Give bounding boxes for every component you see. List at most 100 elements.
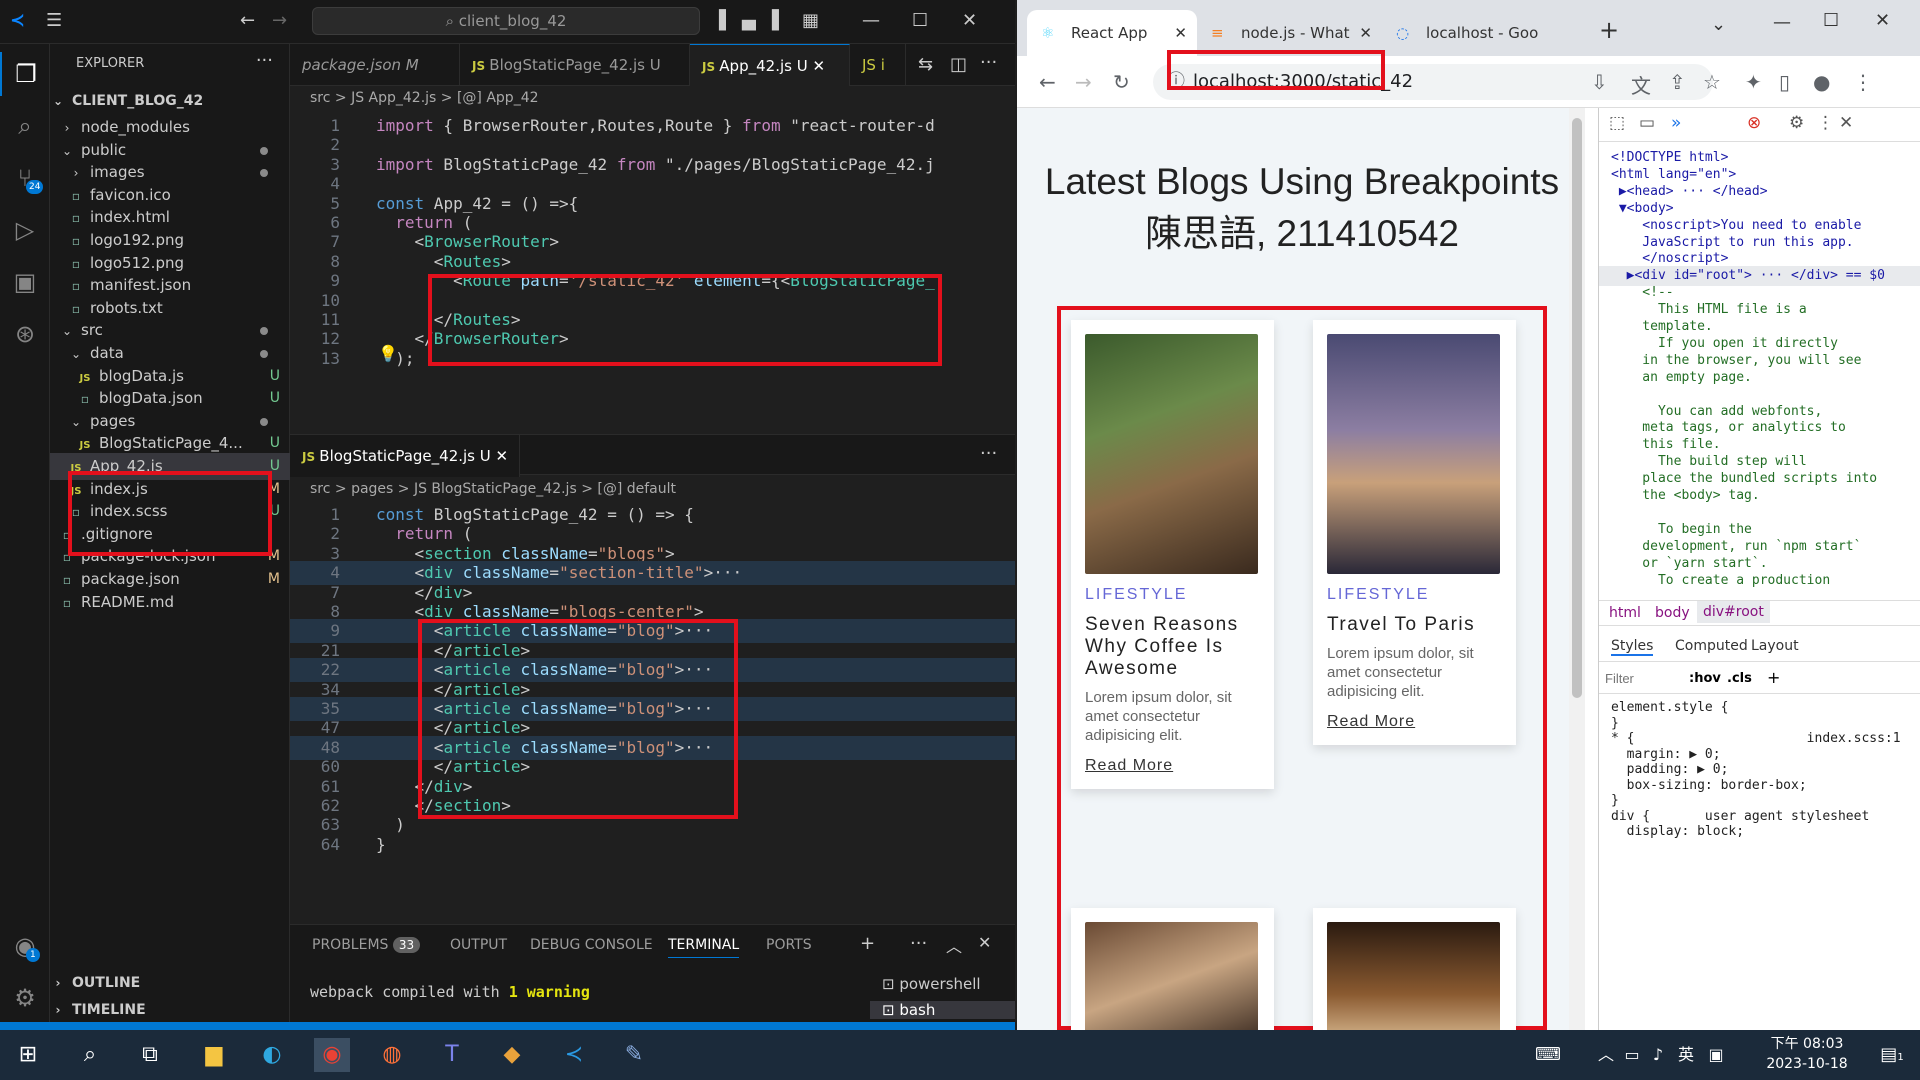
crumb-body[interactable]: body — [1655, 605, 1690, 621]
tab-layout[interactable]: Layout — [1751, 638, 1799, 654]
devtools-more-icon[interactable]: ⋮ — [1817, 113, 1834, 133]
tab-close-icon[interactable]: ✕ — [812, 57, 825, 75]
read-more-link[interactable]: Read More — [1327, 713, 1415, 731]
ime-mode-icon[interactable]: ▣ — [1698, 1038, 1734, 1072]
inspect-icon[interactable]: ⬚ — [1609, 113, 1625, 133]
read-more-link[interactable]: Read More — [1085, 757, 1173, 775]
file-explorer-icon[interactable]: ▆ — [196, 1038, 232, 1072]
settings-gear-icon[interactable]: ⚙ — [0, 976, 50, 1020]
install-icon[interactable]: ⇩ — [1591, 70, 1608, 94]
close-icon[interactable]: ✕ — [962, 10, 977, 31]
python-icon[interactable]: ⊛ — [0, 312, 50, 356]
error-badge-icon[interactable]: ⊗ — [1747, 113, 1761, 133]
tab-output[interactable]: OUTPUT — [450, 937, 507, 953]
toggle-secondary-sidebar-icon[interactable]: ▌ — [772, 10, 786, 31]
maximize-icon[interactable]: ☐ — [912, 10, 928, 31]
split-editor-icon[interactable]: ◫ — [950, 54, 967, 75]
tab-terminal[interactable]: TERMINAL — [668, 937, 740, 958]
chrome-taskbar-icon[interactable]: ◉ — [314, 1038, 350, 1072]
new-terminal-icon[interactable]: + — [860, 933, 875, 954]
toggle-sidebar-icon[interactable]: ▐ — [712, 10, 726, 31]
tree-item[interactable]: ▫ README.md — [50, 589, 290, 616]
source-control-icon[interactable]: ⑂ 24 — [0, 156, 50, 200]
dom-node[interactable]: the <body> tag. — [1611, 486, 1759, 506]
vscode-taskbar-icon[interactable]: ≺ — [556, 1038, 592, 1072]
clock[interactable]: 下午 08:03 2023-10-18 — [1752, 1034, 1862, 1074]
dom-node[interactable]: an empty page. — [1611, 368, 1752, 388]
scrollbar-thumb[interactable] — [1572, 118, 1582, 698]
chrome-tab-localhost[interactable]: ◌ localhost - Goo — [1382, 10, 1554, 56]
style-rules[interactable]: element.style {} * { index.scss:1 margin:… — [1599, 698, 1920, 938]
profile-avatar-icon[interactable]: ● — [1813, 70, 1830, 94]
notification-icon[interactable]: ▤1 — [1874, 1038, 1910, 1072]
tab-styles[interactable]: Styles — [1611, 638, 1654, 656]
command-center[interactable]: ⌕ client_blog_42 — [312, 7, 700, 35]
account-icon[interactable]: ◉ 1 — [0, 924, 50, 968]
crumb-div-root[interactable]: div#root — [1697, 601, 1770, 623]
tab-debug-console[interactable]: DEBUG CONSOLE — [530, 937, 653, 953]
lightbulb-icon[interactable]: 💡 — [378, 344, 398, 363]
forward-icon[interactable]: → — [1075, 70, 1092, 94]
page-scrollbar[interactable] — [1569, 108, 1585, 1030]
style-rule-line[interactable]: display: block; — [1611, 822, 1744, 842]
tab-blogstaticpage[interactable]: JS BlogStaticPage_42.js U — [460, 44, 690, 86]
dom-tree[interactable]: <!DOCTYPE html> <html lang="en"> ▶<head> … — [1599, 148, 1920, 588]
tab-computed[interactable]: Computed — [1675, 638, 1748, 654]
style-rule-line[interactable]: element.style { — [1611, 698, 1728, 718]
terminal-shell-powershell[interactable]: ⊡ powershell — [882, 975, 981, 993]
style-rule-line[interactable]: box-sizing: border-box; — [1611, 776, 1807, 796]
project-root[interactable]: ⌄ CLIENT_BLOG_42 — [50, 88, 290, 115]
minimize-icon[interactable]: — — [862, 10, 880, 31]
share-icon[interactable]: ⇪ — [1669, 70, 1686, 94]
tab-blogstaticpage-bottom[interactable]: JS BlogStaticPage_42.js U ✕ — [290, 435, 520, 477]
translate-icon[interactable]: ⽂ — [1631, 70, 1651, 99]
close-icon[interactable]: ✕ — [1875, 10, 1890, 31]
crumb-html[interactable]: html — [1609, 605, 1641, 621]
side-panel-icon[interactable]: ▯ — [1779, 70, 1790, 94]
reload-icon[interactable]: ↻ — [1113, 70, 1130, 94]
layout-icon[interactable]: ▦ — [802, 10, 819, 31]
toggle-panel-icon[interactable]: ▄ — [742, 10, 756, 31]
devtools-settings-icon[interactable]: ⚙ — [1789, 113, 1804, 133]
menu-icon[interactable]: ☰ — [46, 10, 62, 31]
task-view-icon[interactable]: ⧉ — [132, 1038, 168, 1072]
bookmark-star-icon[interactable]: ☆ — [1703, 70, 1721, 94]
back-arrow-icon[interactable]: ← — [240, 10, 255, 31]
new-rule-icon[interactable]: + — [1767, 668, 1780, 687]
outline-section[interactable]: › OUTLINE — [50, 970, 290, 997]
explorer-icon[interactable]: ❐ — [0, 52, 50, 96]
git-icon[interactable]: ◆ — [494, 1038, 530, 1072]
device-toolbar-icon[interactable]: ▭ — [1639, 113, 1655, 133]
cls-toggle[interactable]: .cls — [1727, 671, 1752, 686]
more-actions-icon[interactable]: ··· — [256, 50, 273, 71]
tab-package-json[interactable]: package.json M — [290, 44, 460, 86]
breadcrumb[interactable]: src > JS App_42.js > [@] App_42 — [310, 90, 539, 106]
new-tab-icon[interactable]: + — [1599, 16, 1619, 44]
tab-search-icon[interactable]: ⌄ — [1711, 14, 1726, 35]
close-panel-icon[interactable]: ✕ — [978, 933, 991, 952]
teams-icon[interactable]: T — [434, 1038, 470, 1072]
tab-ports[interactable]: PORTS — [766, 937, 812, 953]
extensions-puzzle-icon[interactable]: ✦ — [1745, 70, 1762, 94]
styles-filter-input[interactable] — [1605, 668, 1681, 688]
run-debug-icon[interactable]: ▷ — [0, 208, 50, 252]
dom-node[interactable]: bundle, use `npm run build` or — [1611, 587, 1877, 588]
firefox-icon[interactable]: ◍ — [374, 1038, 410, 1072]
minimize-icon[interactable]: — — [1773, 12, 1791, 33]
terminal-shell-bash[interactable]: ⊡ bash — [870, 1001, 1015, 1019]
terminal-output[interactable]: webpack compiled with 1 warning — [310, 983, 590, 1001]
tab-index[interactable]: JS i — [850, 44, 906, 86]
maximize-icon[interactable]: ☐ — [1823, 10, 1839, 31]
extensions-icon[interactable]: ▣ — [0, 260, 50, 304]
hov-toggle[interactable]: :hov — [1689, 671, 1721, 686]
tab-problems[interactable]: PROBLEMS 33 — [312, 937, 421, 953]
panel-more-icon[interactable]: ··· — [910, 933, 927, 954]
breadcrumb-bottom[interactable]: src > pages > JS BlogStaticPage_42.js > … — [310, 481, 676, 497]
windows-start-icon[interactable]: ⊞ — [10, 1038, 46, 1072]
paint-icon[interactable]: ✎ — [616, 1038, 652, 1072]
chrome-menu-icon[interactable]: ⋮ — [1853, 70, 1873, 94]
taskbar-search-icon[interactable]: ⌕ — [72, 1038, 108, 1072]
maximize-panel-icon[interactable]: ︿ — [946, 933, 962, 957]
back-icon[interactable]: ← — [1039, 70, 1056, 94]
edge-icon[interactable]: ◐ — [254, 1038, 290, 1072]
